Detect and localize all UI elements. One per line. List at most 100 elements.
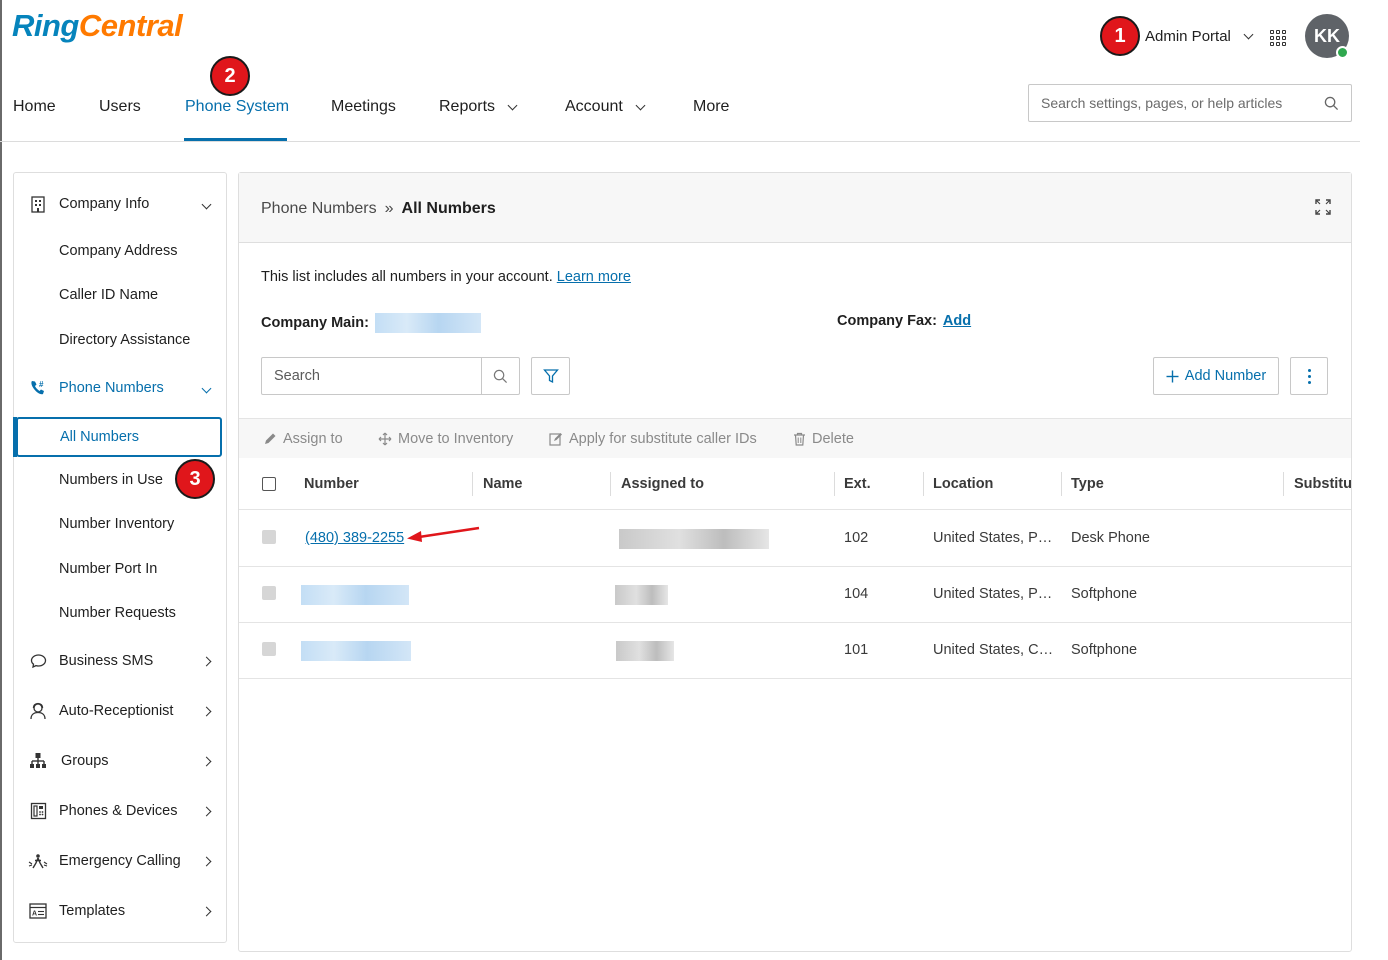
- ext-cell: 104: [844, 586, 869, 602]
- sidebar-item-label: Groups: [61, 753, 109, 769]
- window-edge: [0, 0, 2, 960]
- numbers-search-input[interactable]: Search: [261, 357, 520, 395]
- sidebar-item-groups[interactable]: Groups: [14, 741, 226, 781]
- sidebar-item-auto-receptionist[interactable]: Auto-Receptionist: [14, 691, 226, 731]
- assign-to-label: Assign to: [283, 430, 343, 447]
- search-button[interactable]: [481, 358, 519, 394]
- building-icon: [28, 194, 48, 214]
- sidebar-item-label: Emergency Calling: [59, 853, 181, 869]
- breadcrumb-phone-numbers[interactable]: Phone Numbers: [261, 200, 377, 218]
- nav-meetings[interactable]: Meetings: [331, 98, 396, 116]
- chevron-down-icon: [201, 196, 212, 212]
- table-row[interactable]: 104 United States, P… Softphone: [239, 567, 1351, 623]
- nav-users[interactable]: Users: [99, 98, 141, 116]
- company-main-label: Company Main:: [261, 315, 369, 331]
- nav-home[interactable]: Home: [13, 98, 56, 116]
- delete-action[interactable]: Delete: [793, 431, 854, 447]
- row-checkbox: [262, 586, 276, 600]
- column-header-assigned-to[interactable]: Assigned to: [621, 476, 704, 492]
- global-search-placeholder: Search settings, pages, or help articles: [1041, 95, 1283, 111]
- column-header-number[interactable]: Number: [304, 476, 359, 492]
- sidebar-item-label: Auto-Receptionist: [59, 703, 174, 719]
- sidebar-item-label: Templates: [59, 903, 126, 919]
- chat-bubble-icon: [28, 651, 48, 671]
- sidebar-item-label: Number Inventory: [59, 516, 175, 532]
- sidebar-item-label: Number Requests: [59, 605, 176, 621]
- move-to-inventory-action[interactable]: Move to Inventory: [378, 431, 513, 447]
- more-options-button[interactable]: [1290, 357, 1328, 395]
- sidebar-item-phones-devices[interactable]: Phones & Devices: [14, 791, 226, 831]
- ringcentral-logo[interactable]: RingCentral: [12, 8, 183, 44]
- phone-hash-icon: #: [28, 378, 48, 398]
- svg-text:A: A: [32, 911, 37, 918]
- nav-phone-system[interactable]: Phone System: [185, 98, 289, 116]
- sidebar-item-phone-numbers[interactable]: # Phone Numbers: [14, 368, 226, 408]
- intro-description: This list includes all numbers in your a…: [261, 269, 557, 285]
- redacted-assignee: [619, 529, 769, 549]
- sidebar-item-label: Caller ID Name: [59, 287, 159, 303]
- template-icon: A: [28, 901, 48, 921]
- phone-number-link[interactable]: (480) 389-2255: [305, 530, 404, 546]
- ext-cell: 101: [844, 642, 869, 658]
- admin-portal-label: Admin Portal: [1145, 28, 1231, 45]
- panel-header: Phone Numbers » All Numbers: [239, 173, 1351, 243]
- redacted-assignee: [616, 641, 674, 661]
- sidebar-item-templates[interactable]: A Templates: [14, 891, 226, 931]
- location-cell: United States, C…: [933, 642, 1054, 658]
- sidebar-item-company-address[interactable]: Company Address: [14, 231, 226, 271]
- column-header-substitute[interactable]: Substitu: [1294, 476, 1352, 492]
- chevron-right-icon: [201, 653, 212, 669]
- plus-icon: [1166, 370, 1179, 382]
- redacted-phone-number: [301, 585, 409, 605]
- global-search-input[interactable]: Search settings, pages, or help articles: [1028, 84, 1352, 122]
- select-all-checkbox[interactable]: [262, 477, 276, 491]
- emergency-icon: [28, 851, 48, 871]
- column-divider: [610, 472, 611, 496]
- table-row[interactable]: (480) 389-2255 102 United States, P… Des…: [239, 511, 1351, 567]
- admin-portal-dropdown[interactable]: Admin Portal: [1145, 28, 1254, 45]
- sidebar-item-all-numbers[interactable]: All Numbers: [16, 417, 222, 457]
- active-tab-indicator: [184, 138, 287, 141]
- breadcrumb-separator: »: [384, 200, 394, 217]
- column-header-type[interactable]: Type: [1071, 476, 1104, 492]
- column-divider: [472, 472, 473, 496]
- sidebar-item-emergency-calling[interactable]: Emergency Calling: [14, 841, 226, 881]
- company-fax-add-link[interactable]: Add: [943, 313, 971, 329]
- sidebar-item-company-info[interactable]: Company Info: [14, 184, 226, 224]
- sidebar-item-number-inventory[interactable]: Number Inventory: [14, 504, 226, 544]
- nav-users-label: Users: [99, 98, 141, 115]
- row-checkbox: [262, 642, 276, 656]
- search-icon: [1324, 96, 1339, 110]
- breadcrumb-current: All Numbers: [401, 200, 496, 217]
- column-divider: [923, 472, 924, 496]
- ext-cell: 102: [844, 530, 869, 546]
- nav-reports-label: Reports: [439, 98, 496, 115]
- search-icon: [493, 369, 508, 383]
- table-row[interactable]: 101 United States, C… Softphone: [239, 623, 1351, 679]
- add-number-button[interactable]: Add Number: [1153, 357, 1279, 395]
- sidebar-item-number-requests[interactable]: Number Requests: [14, 593, 226, 633]
- location-cell: United States, P…: [933, 530, 1053, 546]
- column-header-location[interactable]: Location: [933, 476, 993, 492]
- sidebar-item-label: Number Port In: [59, 561, 158, 577]
- column-header-name[interactable]: Name: [483, 476, 523, 492]
- nav-meetings-label: Meetings: [331, 98, 396, 115]
- sidebar-item-business-sms[interactable]: Business SMS: [14, 641, 226, 681]
- expand-icon[interactable]: [1315, 199, 1331, 215]
- nav-more[interactable]: More: [693, 98, 729, 116]
- learn-more-link[interactable]: Learn more: [557, 269, 631, 285]
- sidebar-item-number-port-in[interactable]: Number Port In: [14, 549, 226, 589]
- assign-to-action[interactable]: Assign to: [263, 431, 343, 447]
- presence-status-icon: [1336, 46, 1349, 59]
- nav-reports[interactable]: Reports: [439, 98, 518, 116]
- nav-account-label: Account: [565, 98, 623, 115]
- chevron-down-icon: [201, 380, 212, 396]
- logo-ring: Ring: [12, 8, 79, 43]
- column-header-ext[interactable]: Ext.: [844, 476, 871, 492]
- nav-account[interactable]: Account: [565, 98, 646, 116]
- sidebar-item-caller-id-name[interactable]: Caller ID Name: [14, 275, 226, 315]
- filter-button[interactable]: [531, 357, 570, 395]
- apply-substitute-action[interactable]: Apply for substitute caller IDs: [549, 431, 757, 447]
- sidebar-item-directory-assistance[interactable]: Directory Assistance: [14, 320, 226, 360]
- app-launcher-icon[interactable]: [1270, 30, 1286, 46]
